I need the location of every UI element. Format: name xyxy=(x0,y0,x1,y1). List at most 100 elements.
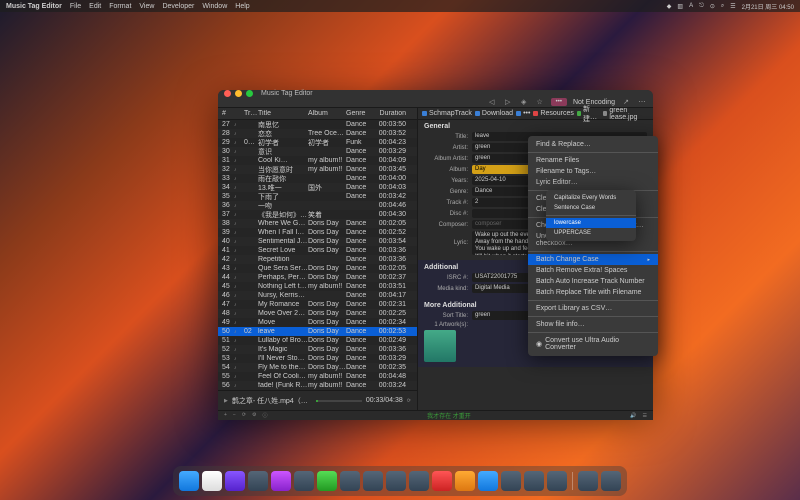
wifi-icon[interactable]: ⊙ xyxy=(710,3,715,10)
tag-icon[interactable]: ◈ xyxy=(519,97,529,107)
more-icon[interactable]: ⋯ xyxy=(637,97,647,107)
table-row[interactable]: 35♪下雨了Dance00:03:42 xyxy=(218,192,417,201)
table-row[interactable]: 29♪01/10初学者初学者Funk00:04:23 xyxy=(218,138,417,147)
menu-help[interactable]: Help xyxy=(235,3,249,10)
nav-back-icon[interactable]: ◁ xyxy=(487,97,497,107)
control-center-icon[interactable]: ☰ xyxy=(730,3,735,10)
artwork-thumbnail[interactable] xyxy=(424,330,456,362)
gear-icon[interactable]: ⚙ xyxy=(252,412,256,419)
remove-icon[interactable]: − xyxy=(233,412,236,419)
dock-app-icon[interactable] xyxy=(225,471,245,491)
dock-music-icon[interactable] xyxy=(432,471,452,491)
menu-item[interactable]: Batch Auto Increase Track Number xyxy=(528,276,658,287)
table-row[interactable]: 56♪fade! (Funk Re…my album!!Dance00:03:2… xyxy=(218,381,417,390)
menu-item[interactable]: Lyric Editor… xyxy=(528,177,658,188)
track-field[interactable]: 2 xyxy=(472,198,533,207)
table-row[interactable]: 51♪Lullaby of Broa…Doris DayDance00:02:4… xyxy=(218,336,417,345)
close-button[interactable] xyxy=(224,90,231,97)
dock-trash-icon[interactable] xyxy=(601,471,621,491)
titlebar[interactable]: Music Tag Editor xyxy=(218,90,653,97)
dock-app-icon[interactable] xyxy=(386,471,406,491)
menu-item[interactable]: Export Library as CSV… xyxy=(528,303,658,314)
table-row[interactable]: 53♪I'll Never Stop…Doris DayDance00:03:2… xyxy=(218,354,417,363)
col-track[interactable]: Track # xyxy=(244,110,258,117)
col-album[interactable]: Album xyxy=(308,110,346,117)
menu-item[interactable]: Batch Replace Title with Filename xyxy=(528,287,658,298)
col-duration[interactable]: Duration xyxy=(374,110,406,117)
menu-item[interactable]: Filename to Tags… xyxy=(528,166,658,177)
dock-app-icon[interactable] xyxy=(317,471,337,491)
table-row[interactable]: 31♪Cool Ki…my album!!Dance00:04:09 xyxy=(218,156,417,165)
submenu-item[interactable]: lowercase xyxy=(546,218,636,228)
table-row[interactable]: 41♪Secret LoveDoris DayDance00:03:36 xyxy=(218,246,417,255)
table-row[interactable]: 49♪MoveDoris DayDance00:02:34 xyxy=(218,318,417,327)
star-icon[interactable]: ☆ xyxy=(535,97,545,107)
menu-window[interactable]: Window xyxy=(202,3,227,10)
table-row[interactable]: 39♪When I Fall In …Doris DayDance00:02:5… xyxy=(218,228,417,237)
table-row[interactable]: 48♪Move Over 2A…Doris DayDance00:02:25 xyxy=(218,309,417,318)
submenu-item[interactable]: UPPERCASE xyxy=(546,228,636,238)
app-name[interactable]: Music Tag Editor xyxy=(6,3,62,10)
status-icon[interactable]: ▥ xyxy=(677,3,683,10)
table-row[interactable]: 38♪Where We Gon…Doris DayDance00:02:05 xyxy=(218,219,417,228)
crumb-item[interactable]: ••• xyxy=(516,110,530,117)
table-row[interactable]: 55♪Feel Of Coolin…my album!!Dance00:04:4… xyxy=(218,372,417,381)
volume-icon[interactable]: 🔊 xyxy=(630,413,636,419)
progress-bar[interactable] xyxy=(316,400,362,402)
search-icon[interactable]: ⌕ xyxy=(721,3,724,10)
submenu-item[interactable]: Sentence Case xyxy=(546,203,636,213)
status-icon[interactable]: A xyxy=(689,3,693,9)
dock-appstore-icon[interactable] xyxy=(478,471,498,491)
dock-app-icon[interactable] xyxy=(524,471,544,491)
table-row[interactable]: 42♪RepetitionDance00:03:36 xyxy=(218,255,417,264)
menu-item[interactable]: Rename Files xyxy=(528,155,658,166)
table-row[interactable]: 34♪13.唯一国外Dance00:04:03 xyxy=(218,183,417,192)
bluetooth-icon[interactable]: ⎋ xyxy=(699,3,704,10)
dock-app-icon[interactable] xyxy=(202,471,222,491)
dock-finder-icon[interactable] xyxy=(179,471,199,491)
list-icon[interactable]: ☰ xyxy=(643,413,647,419)
crumb-item[interactable]: SchmapTrack xyxy=(422,110,472,117)
crumb-item[interactable]: Resources xyxy=(533,110,573,117)
menu-format[interactable]: Format xyxy=(109,3,131,10)
clock[interactable]: 2月21日 周三 04:50 xyxy=(742,2,794,11)
menu-file[interactable]: File xyxy=(70,3,81,10)
submenu-item[interactable]: Capitalize Every Words xyxy=(546,193,636,203)
dock-app-icon[interactable] xyxy=(340,471,360,491)
zoom-button[interactable] xyxy=(246,90,253,97)
table-row[interactable]: 32♪当你愿意时my album!!Dance00:03:45 xyxy=(218,165,417,174)
dock-app-icon[interactable] xyxy=(578,471,598,491)
loop-icon[interactable]: ⟳ xyxy=(407,398,411,404)
dock-app-icon[interactable] xyxy=(248,471,268,491)
table-body[interactable]: 27♪南思忆Dance00:03:5028♪恋恋Tree Ocean…Dance… xyxy=(218,120,417,390)
table-row[interactable]: 37♪《我是如何》笑着…笑着00:04:30 xyxy=(218,210,417,219)
col-title[interactable]: Title xyxy=(258,110,308,117)
crumb-item[interactable]: Download xyxy=(475,110,513,117)
menu-item[interactable]: Find & Replace… xyxy=(528,139,658,150)
play-icon[interactable]: ▶ xyxy=(224,398,228,404)
dock-app-icon[interactable] xyxy=(501,471,521,491)
menu-edit[interactable]: Edit xyxy=(89,3,101,10)
refresh-icon[interactable]: ⟳ xyxy=(242,412,246,419)
dock-app-icon[interactable] xyxy=(547,471,567,491)
dock-app-icon[interactable] xyxy=(363,471,383,491)
action-icon[interactable]: ↗ xyxy=(621,97,631,107)
minimize-button[interactable] xyxy=(235,90,242,97)
toolbar-dropdown[interactable]: ••• xyxy=(551,98,567,106)
menu-view[interactable]: View xyxy=(139,3,154,10)
table-row[interactable]: 45♪Nothing Left t…my album!!Dance00:03:5… xyxy=(218,282,417,291)
menu-item[interactable]: Batch Change Case▸ xyxy=(528,254,658,265)
info-icon[interactable]: ⓘ xyxy=(263,412,268,419)
table-row[interactable]: 44♪Perhaps, Perha…Doris DayDance00:02:37 xyxy=(218,273,417,282)
table-row[interactable]: 54♪Fly Me to the…Doris Day - …Dance00:02… xyxy=(218,363,417,372)
table-row[interactable]: 27♪南思忆Dance00:03:50 xyxy=(218,120,417,129)
table-row[interactable]: 52♪It's MagicDoris DayDance00:03:36 xyxy=(218,345,417,354)
table-row[interactable]: 30♪意识Dance00:03:29 xyxy=(218,147,417,156)
table-row[interactable]: 46♪Nursy, Kerrisen…Dance00:04:17 xyxy=(218,291,417,300)
table-row[interactable]: 47♪My RomanceDoris DayDance00:02:31 xyxy=(218,300,417,309)
dock-app-icon[interactable] xyxy=(294,471,314,491)
table-row[interactable]: 50♪02leaveDoris DayDance00:02:53 xyxy=(218,327,417,336)
status-icon[interactable]: ◆ xyxy=(667,3,672,10)
col-index[interactable]: # xyxy=(222,110,234,117)
menu-item[interactable]: Show file info… xyxy=(528,319,658,330)
